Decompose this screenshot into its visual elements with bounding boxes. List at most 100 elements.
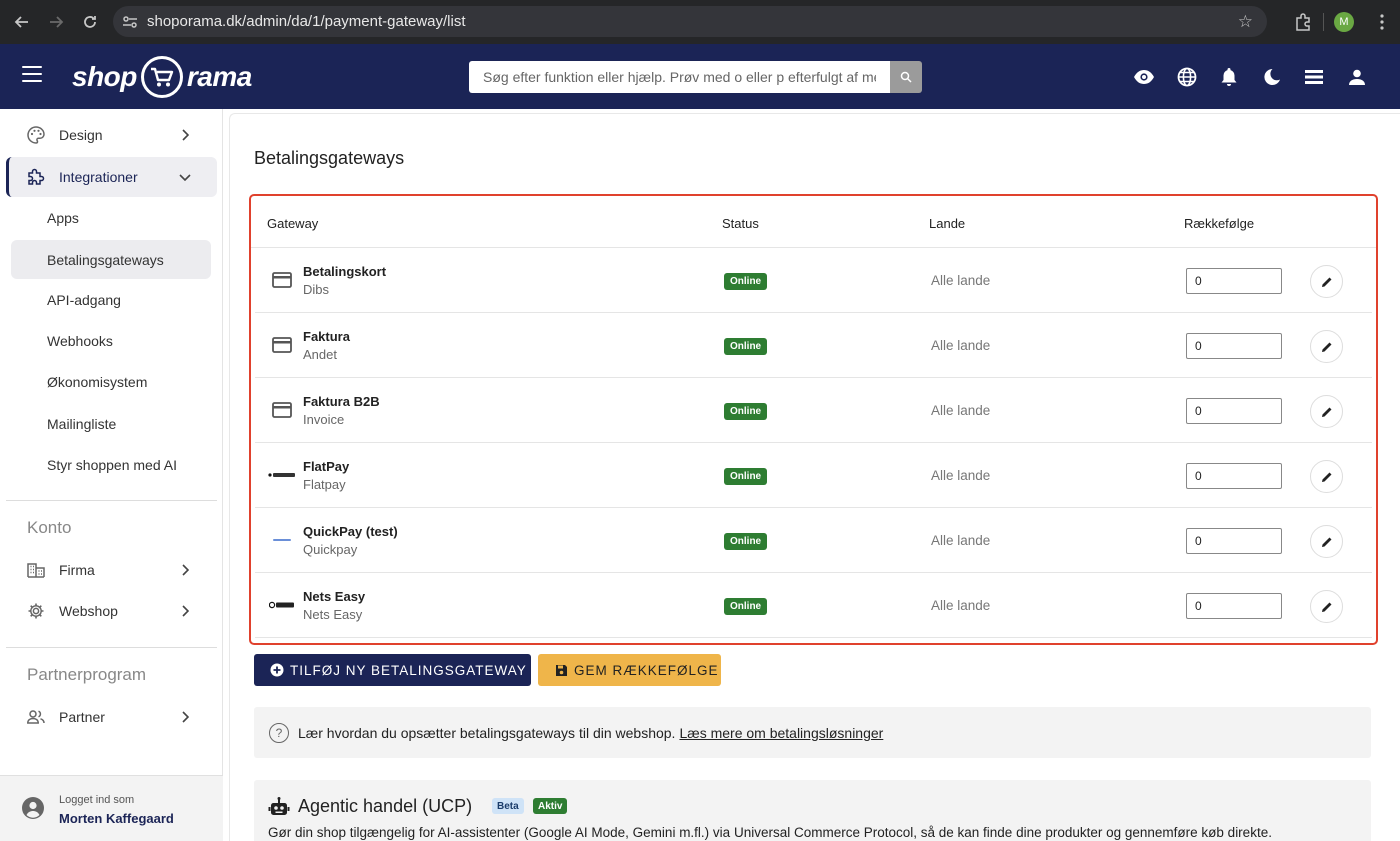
search-button[interactable] (890, 61, 922, 93)
more-menu-icon[interactable] (1364, 14, 1400, 30)
sidebar-item-styr-shoppen[interactable]: Styr shoppen med AI (11, 445, 211, 484)
order-input[interactable] (1186, 398, 1282, 424)
sidebar-item-label: Integrationer (59, 169, 138, 185)
sidebar-item-betalingsgateways[interactable]: Betalingsgateways (11, 240, 211, 279)
site-settings-icon[interactable] (113, 15, 147, 29)
sidebar-item-webshop[interactable]: Webshop (6, 591, 217, 631)
sidebar-item-api-adgang[interactable]: API-adgang (11, 280, 211, 319)
sidebar-item-label: Partner (59, 709, 105, 725)
table-row: Nets Easy Nets Easy Online Alle lande (255, 573, 1372, 638)
nets-logo (269, 595, 295, 615)
edit-button[interactable] (1310, 590, 1343, 623)
order-input[interactable] (1186, 593, 1282, 619)
sidebar-item-label: Design (59, 127, 103, 143)
read-more-link[interactable]: Læs mere om betalingsløsninger (679, 725, 883, 741)
status-badge: Online (724, 338, 768, 355)
column-header-gateway: Gateway (267, 216, 319, 231)
gear-icon (27, 602, 45, 620)
extensions-icon[interactable] (1283, 13, 1323, 31)
logged-in-footer[interactable]: Logget ind som Morten Kaffegaard (0, 775, 223, 841)
gateway-provider: Nets Easy (303, 607, 363, 622)
table-row: Faktura Andet Online Alle lande (255, 313, 1372, 378)
gateway-countries: Alle lande (931, 338, 991, 353)
sidebar-item-mailingliste[interactable]: Mailingliste (11, 404, 211, 443)
edit-button[interactable] (1310, 525, 1343, 558)
sidebar-item-integrations[interactable]: Integrationer (6, 157, 217, 197)
cart-icon (140, 56, 183, 98)
save-order-label: GEM RÆKKEFØLGE (574, 662, 719, 678)
bell-icon[interactable] (1208, 64, 1251, 90)
table-row: Betalingskort Dibs Online Alle lande (255, 248, 1372, 313)
sidebar-item-label: Firma (59, 562, 95, 578)
hamburger-menu-icon[interactable] (22, 66, 42, 86)
chevron-down-icon (175, 173, 195, 181)
address-bar[interactable]: shoporama.dk/admin/da/1/payment-gateway/… (113, 6, 1267, 37)
status-badge: Online (724, 403, 768, 420)
agentic-title: Agentic handel (UCP) (298, 796, 473, 816)
profile-avatar[interactable]: M (1334, 12, 1354, 32)
logo-text-right: rama (186, 61, 252, 92)
back-icon[interactable] (5, 5, 39, 39)
sidebar: Design Integrationer Apps Betalingsgatew… (0, 109, 223, 841)
sidebar-item-apps[interactable]: Apps (11, 198, 211, 237)
gateway-provider: Dibs (303, 282, 330, 297)
sidebar-item-webhooks[interactable]: Webhooks (11, 321, 211, 360)
help-circle-icon: ? (269, 722, 289, 743)
save-order-button[interactable]: GEM RÆKKEFØLGE (538, 654, 721, 686)
order-input[interactable] (1186, 268, 1282, 294)
gateway-provider: Flatpay (303, 477, 346, 492)
add-gateway-button[interactable]: TILFØJ NY BETALINGSGATEWAY (254, 654, 531, 686)
credit-card-icon (271, 270, 293, 290)
status-badge: Online (724, 273, 768, 290)
moon-icon[interactable] (1251, 64, 1294, 90)
agentic-description: Gør din shop tilgængelig for AI-assisten… (268, 825, 1272, 840)
browser-toolbar: shoporama.dk/admin/da/1/payment-gateway/… (0, 0, 1400, 44)
sidebar-item-partner[interactable]: Partner (6, 697, 217, 737)
status-badge: Online (724, 468, 768, 485)
status-badge: Online (724, 533, 768, 550)
search-icon (900, 71, 912, 83)
order-input[interactable] (1186, 463, 1282, 489)
gateway-countries: Alle lande (931, 598, 991, 613)
add-gateway-label: TILFØJ NY BETALINGSGATEWAY (290, 662, 527, 678)
sidebar-item-firma[interactable]: Firma (6, 550, 217, 590)
column-header-order: Rækkefølge (1184, 216, 1255, 231)
search-input[interactable] (469, 61, 890, 93)
section-heading-konto: Konto (27, 518, 72, 537)
people-icon (27, 708, 45, 726)
flatpay-logo (268, 465, 296, 485)
gateway-provider: Andet (303, 347, 337, 362)
gateway-provider: Invoice (303, 412, 345, 427)
sidebar-item-okonomisystem[interactable]: Økonomisystem (11, 362, 211, 401)
gateway-name: FlatPay (303, 459, 350, 474)
order-input[interactable] (1186, 528, 1282, 554)
shoporama-logo[interactable]: shop rama (72, 54, 252, 100)
robot-icon (268, 797, 290, 817)
order-input[interactable] (1186, 333, 1282, 359)
edit-button[interactable] (1310, 265, 1343, 298)
eye-icon[interactable] (1123, 64, 1166, 90)
edit-button[interactable] (1310, 330, 1343, 363)
sidebar-divider (6, 647, 217, 648)
main-content: Betalingsgateways Gateway Status Lande R… (229, 113, 1400, 841)
table-row: QuickPay (test) Quickpay Online Alle lan… (255, 508, 1372, 573)
sidebar-item-design[interactable]: Design (6, 115, 217, 155)
pencil-icon (1321, 277, 1331, 287)
reload-icon[interactable] (73, 5, 107, 39)
info-text: Lær hvordan du opsætter betalingsgateway… (298, 724, 676, 741)
section-heading-partnerprogram: Partnerprogram (27, 665, 147, 684)
menu-lines-icon[interactable] (1293, 64, 1336, 90)
puzzle-icon (27, 168, 45, 186)
table-row: Faktura B2B Invoice Online Alle lande (255, 378, 1372, 443)
bookmark-star-icon[interactable]: ☆ (1238, 12, 1253, 32)
forward-icon[interactable] (39, 5, 73, 39)
chevron-right-icon (175, 711, 195, 723)
gateway-name: Faktura (303, 329, 350, 344)
url-text: shoporama.dk/admin/da/1/payment-gateway/… (147, 13, 466, 30)
building-icon (27, 561, 45, 579)
agentic-commerce-panel: Agentic handel (UCP) Beta Aktiv Gør din … (254, 780, 1371, 841)
edit-button[interactable] (1310, 460, 1343, 493)
user-icon[interactable] (1336, 64, 1379, 90)
globe-icon[interactable] (1166, 64, 1209, 90)
edit-button[interactable] (1310, 395, 1343, 428)
